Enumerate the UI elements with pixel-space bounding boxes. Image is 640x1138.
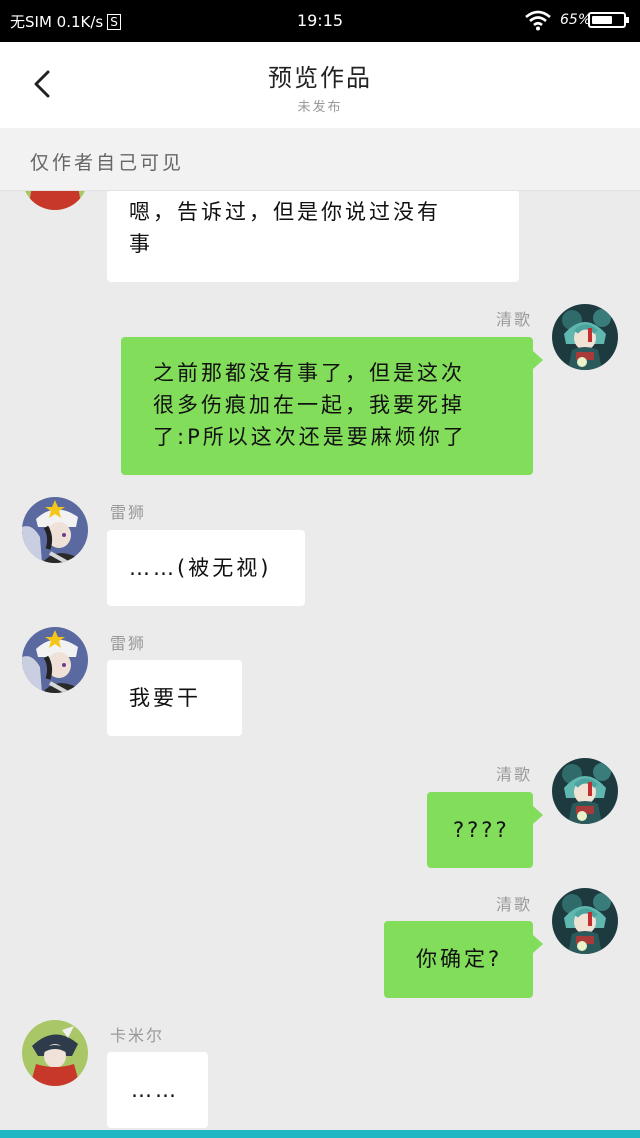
avatar[interactable] — [552, 758, 618, 824]
avatar[interactable] — [22, 1020, 88, 1086]
message-line: 事 — [129, 232, 153, 256]
visibility-text: 仅作者自己可见 — [30, 152, 185, 174]
sender-name: 雷狮 — [110, 634, 147, 653]
status-bar: 无SIM 0.1K/s S 19:15 65% — [0, 0, 640, 42]
sender-name: 清歌 — [495, 765, 532, 784]
battery-fill — [592, 16, 612, 24]
bottom-accent-bar — [0, 1130, 640, 1138]
message-line: 我要干 — [129, 686, 201, 710]
header: 预览作品 未发布 — [0, 42, 640, 128]
message-line: ???? — [453, 818, 510, 842]
chat-area[interactable]: 嗯，告诉过，但是你说过没有 事 清歌 之前那都没有事了，但是这次 很多伤痕加在一… — [0, 190, 640, 1130]
wifi-icon — [525, 10, 551, 31]
publish-status: 未发布 — [297, 100, 343, 115]
battery-icon — [588, 12, 629, 28]
message-line: 你确定? — [416, 947, 503, 971]
battery-percent: 65% — [560, 12, 592, 28]
sender-name: 清歌 — [495, 310, 532, 329]
message-line: …… — [131, 1078, 179, 1102]
avatar[interactable] — [552, 888, 618, 954]
visibility-notice: 仅作者自己可见 — [0, 128, 640, 191]
message-bubble[interactable]: 嗯，告诉过，但是你说过没有 事 — [107, 190, 519, 282]
message-line: 嗯，告诉过，但是你说过没有 — [129, 200, 441, 224]
message-bubble[interactable]: 你确定? — [384, 921, 543, 998]
message-bubble[interactable]: 我要干 — [107, 660, 242, 736]
message-bubble[interactable]: ???? — [427, 792, 543, 868]
page-title: 预览作品 — [268, 64, 372, 92]
sender-name: 卡米尔 — [110, 1026, 165, 1045]
sender-name: 雷狮 — [110, 503, 147, 522]
message-line: ……(被无视) — [129, 556, 272, 580]
message-line: 之前那都没有事了，但是这次 — [153, 361, 465, 385]
message-line: 了:P所以这次还是要麻烦你了 — [153, 425, 467, 449]
message-bubble[interactable]: …… — [107, 1052, 208, 1128]
avatar[interactable] — [22, 190, 88, 210]
message-line: 很多伤痕加在一起，我要死掉 — [153, 393, 465, 417]
message-bubble[interactable]: ……(被无视) — [107, 530, 305, 606]
avatar[interactable] — [22, 497, 88, 563]
avatar[interactable] — [22, 627, 88, 693]
avatar[interactable] — [552, 304, 618, 370]
sender-name: 清歌 — [495, 895, 532, 914]
message-bubble[interactable]: 之前那都没有事了，但是这次 很多伤痕加在一起，我要死掉 了:P所以这次还是要麻烦… — [121, 337, 543, 475]
